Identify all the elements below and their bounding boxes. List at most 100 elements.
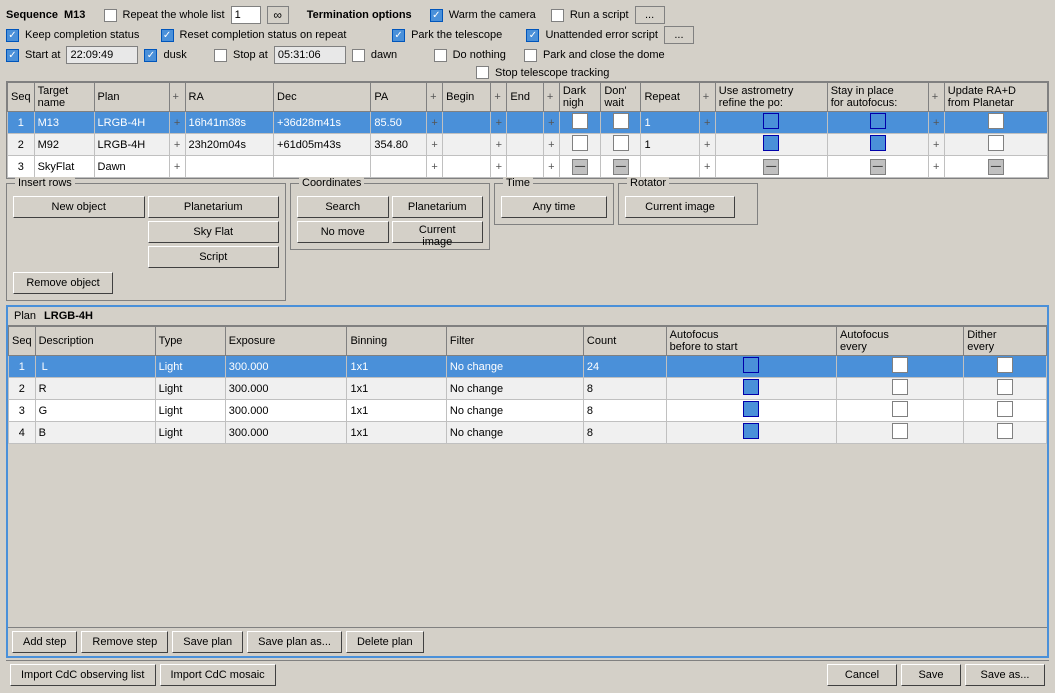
plan-table-row[interactable]: 3GLight300.0001x1No change8 [9,400,1047,422]
do-nothing-checkbox[interactable] [434,49,447,62]
main-table: Seq Targetname Plan + RA Dec PA + Begin … [7,82,1048,178]
main-table-row[interactable]: 2M92LRGB-4H+23h20m04s+61d05m43s354.80+++… [8,134,1048,156]
stop-at-checkbox[interactable] [214,49,227,62]
plan-cell: 4 [9,422,36,444]
unattended-error-ellipsis[interactable]: ... [664,26,694,44]
start-at-checkbox[interactable] [6,49,19,62]
save-plan-as-button[interactable]: Save plan as... [247,631,342,653]
new-object-button[interactable]: New object [13,196,145,218]
main-cell[interactable]: + [543,134,559,156]
main-cell[interactable]: + [427,134,443,156]
th-ra: RA [185,83,274,112]
plan-cell: 3 [9,400,36,422]
dusk-checkbox[interactable] [144,49,157,62]
main-cell[interactable]: + [169,112,185,134]
stop-tracking-checkbox[interactable] [476,66,489,79]
remove-object-button[interactable]: Remove object [13,272,113,294]
main-cell [443,112,491,134]
th-begin: Begin [443,83,491,112]
main-cell[interactable]: + [491,156,507,178]
main-cell [507,134,543,156]
main-cell[interactable]: + [427,156,443,178]
plan-table-row[interactable]: 4BLight300.0001x1No change8 [9,422,1047,444]
no-move-button[interactable]: No move [297,221,389,243]
import-mosaic-button[interactable]: Import CdC mosaic [160,664,276,686]
search-button[interactable]: Search [297,196,389,218]
any-time-button[interactable]: Any time [501,196,607,218]
save-plan-button[interactable]: Save plan [172,631,243,653]
keep-completion-checkbox[interactable] [6,29,19,42]
cancel-button[interactable]: Cancel [827,664,897,686]
import-cdc-button[interactable]: Import CdC observing list [10,664,156,686]
repeat-plus-cell[interactable]: + [699,134,715,156]
script-button[interactable]: Script [148,246,280,268]
main-cell[interactable]: + [491,112,507,134]
plan-table-row[interactable]: 1Light300.0001x1No change24 [9,356,1047,378]
th-plan: Plan [94,83,169,112]
warm-camera-label: Warm the camera [449,9,536,21]
repeat-number-input[interactable] [231,6,261,24]
park-telescope-checkbox[interactable] [392,29,405,42]
plan-th-af-every: Autofocusevery [837,327,964,356]
repeat-cell [641,156,699,178]
plan-cell: Light [155,378,225,400]
reset-completion-checkbox[interactable] [161,29,174,42]
update-ra-cell [944,134,1047,156]
sky-flat-button[interactable]: Sky Flat [148,221,280,243]
th-plan-plus[interactable]: + [169,83,185,112]
coordinates-legend: Coordinates [299,177,364,189]
plan-table-row[interactable]: 2RLight300.0001x1No change8 [9,378,1047,400]
th-stay-plus[interactable]: + [928,83,944,112]
af-before-cell [666,356,836,378]
main-cell: 3 [8,156,35,178]
add-step-button[interactable]: Add step [12,631,77,653]
th-begin-plus[interactable]: + [491,83,507,112]
unattended-error-checkbox[interactable] [526,29,539,42]
stay-in-place-cell [827,112,928,134]
dawn-checkbox[interactable] [352,49,365,62]
plan-cell: 8 [583,400,666,422]
rotator-current-image-button[interactable]: Current image [625,196,735,218]
main-cell: 16h41m38s [185,112,274,134]
plan-cell: No change [446,400,583,422]
delete-plan-button[interactable]: Delete plan [346,631,424,653]
repeat-plus-cell[interactable]: + [699,112,715,134]
main-table-row[interactable]: 1M13LRGB-4H+16h41m38s+36d28m41s85.50+++1… [8,112,1048,134]
unattended-error-label: Unattended error script [545,29,658,41]
save-button[interactable]: Save [901,664,961,686]
repeat-plus-cell[interactable]: + [699,156,715,178]
start-time-input[interactable] [66,46,138,64]
main-cell[interactable]: + [169,134,185,156]
update-ra-cell: — [944,156,1047,178]
main-cell[interactable]: + [543,156,559,178]
warm-camera-checkbox[interactable] [430,9,443,22]
coordinates-planetarium-button[interactable]: Planetarium [392,196,484,218]
planetarium-insert-button[interactable]: Planetarium [148,196,280,218]
main-cell[interactable]: + [427,112,443,134]
main-cell: 1 [8,112,35,134]
main-cell[interactable]: + [543,112,559,134]
repeat-checkbox[interactable] [104,9,117,22]
main-cell: 85.50 [371,112,427,134]
main-table-row[interactable]: 3SkyFlatDawn++++——+——+— [8,156,1048,178]
th-end-plus[interactable]: + [543,83,559,112]
run-script-ellipsis[interactable]: ... [635,6,665,24]
dusk-label: dusk [163,49,186,61]
th-pa-plus[interactable]: + [427,83,443,112]
remove-step-button[interactable]: Remove step [81,631,168,653]
save-as-button[interactable]: Save as... [965,664,1045,686]
main-cell[interactable]: + [491,134,507,156]
plan-cell: Light [155,356,225,378]
main-cell[interactable]: + [169,156,185,178]
stay-plus-cell[interactable]: + [928,134,944,156]
park-close-dome-checkbox[interactable] [524,49,537,62]
infinity-button[interactable]: ∞ [267,6,289,24]
run-script-checkbox[interactable] [551,9,564,22]
coordinates-current-image-button[interactable]: Current image [392,221,484,243]
time-box: Time Any time [494,183,614,225]
th-repeat-plus[interactable]: + [699,83,715,112]
plan-desc-input[interactable] [39,358,152,376]
stay-plus-cell[interactable]: + [928,112,944,134]
stay-plus-cell[interactable]: + [928,156,944,178]
stop-time-input[interactable] [274,46,346,64]
